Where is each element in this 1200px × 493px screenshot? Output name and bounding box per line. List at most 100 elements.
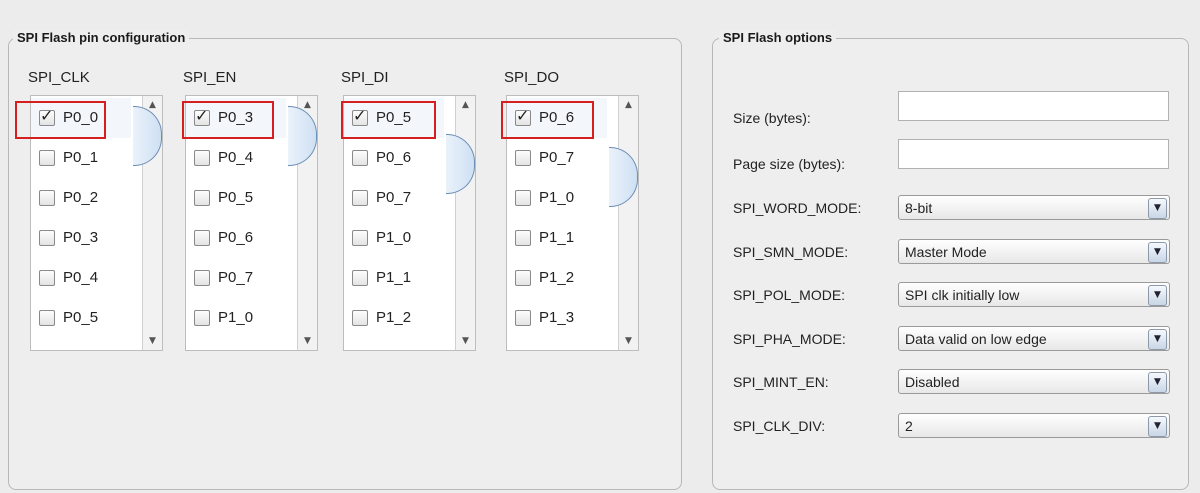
- dropdown-arrow-icon[interactable]: ▼: [1148, 372, 1167, 393]
- scroll-thumb[interactable]: [446, 134, 475, 194]
- pin-option-p1-2[interactable]: P1_2: [507, 258, 607, 298]
- pin-option-p1-0[interactable]: P1_0: [186, 298, 286, 338]
- scroll-thumb[interactable]: [288, 106, 317, 166]
- pin-option-label: P0_4: [218, 149, 254, 166]
- dropdown-arrow-icon[interactable]: ▼: [1148, 242, 1167, 263]
- pin-option-p1-0[interactable]: P1_0: [507, 178, 607, 218]
- pin-option-label: P1_1: [539, 229, 575, 246]
- pin-option-p0-6[interactable]: P0_6: [186, 218, 286, 258]
- pin-option-p0-5[interactable]: P0_5: [31, 298, 131, 338]
- scroll-down-icon[interactable]: ▼: [298, 332, 317, 350]
- checkbox[interactable]: [352, 150, 368, 166]
- scroll-thumb[interactable]: [133, 106, 162, 166]
- checkbox[interactable]: [352, 350, 368, 351]
- pin-option-p0-3[interactable]: P0_3: [31, 218, 131, 258]
- pin-option-label: P0_5: [218, 189, 254, 206]
- checkbox[interactable]: [515, 190, 531, 206]
- checkbox[interactable]: [39, 150, 55, 166]
- checkbox[interactable]: [515, 350, 531, 351]
- pin-option-label: P2_0: [539, 349, 574, 350]
- pin-option-p0-2[interactable]: P0_2: [31, 178, 131, 218]
- size-label: Size (bytes):: [733, 110, 811, 126]
- vertical-scrollbar[interactable]: ▲ ▼: [446, 96, 475, 350]
- spi-smn-mode-select[interactable]: Master Mode ▼: [898, 239, 1170, 264]
- page-size-input[interactable]: [898, 139, 1169, 169]
- scroll-up-icon[interactable]: ▲: [456, 96, 475, 114]
- pin-option-label: P1_0: [539, 189, 575, 206]
- size-input[interactable]: [898, 91, 1169, 121]
- checkbox[interactable]: [39, 230, 55, 246]
- pin-option-p0-4[interactable]: P0_4: [186, 138, 286, 178]
- checkbox[interactable]: [194, 310, 210, 326]
- pin-option-label: P1_2: [376, 309, 412, 326]
- pin-option-p1-3[interactable]: P1_3: [507, 298, 607, 338]
- checkbox[interactable]: [194, 190, 210, 206]
- pin-option-p1-1[interactable]: P1_1: [186, 338, 286, 351]
- pin-option-label: P0_2: [63, 189, 99, 206]
- pin-option-label: P1_1: [376, 269, 412, 286]
- pin-option-p1-3[interactable]: P1_3: [344, 338, 444, 351]
- pin-option-p0-7[interactable]: P0_7: [507, 138, 607, 178]
- checkbox[interactable]: [39, 190, 55, 206]
- dropdown-arrow-icon[interactable]: ▼: [1148, 198, 1167, 219]
- spi-pol-mode-label: SPI_POL_MODE:: [733, 287, 846, 303]
- checkbox[interactable]: [352, 310, 368, 326]
- checkbox[interactable]: [39, 270, 55, 286]
- checkbox[interactable]: [39, 310, 55, 326]
- checkbox[interactable]: [39, 350, 55, 351]
- checkbox[interactable]: [352, 190, 368, 206]
- dropdown-arrow-icon[interactable]: ▼: [1148, 285, 1167, 306]
- checkbox[interactable]: [194, 350, 210, 351]
- pin-option-p0-6[interactable]: P0_6: [344, 138, 444, 178]
- checkbox[interactable]: [515, 270, 531, 286]
- scroll-up-icon[interactable]: ▲: [619, 96, 638, 114]
- checkbox[interactable]: [515, 150, 531, 166]
- pin-option-p0-7[interactable]: P0_7: [344, 178, 444, 218]
- scroll-thumb[interactable]: [609, 147, 638, 207]
- dropdown-arrow-icon[interactable]: ▼: [1148, 416, 1167, 437]
- vertical-scrollbar[interactable]: ▲ ▼: [609, 96, 638, 350]
- pin-option-p1-2[interactable]: P1_2: [344, 298, 444, 338]
- scroll-down-icon[interactable]: ▼: [619, 332, 638, 350]
- checkbox[interactable]: [352, 270, 368, 286]
- spi-mint-en-label: SPI_MINT_EN:: [733, 374, 829, 390]
- pin-option-p1-0[interactable]: P1_0: [344, 218, 444, 258]
- scroll-down-icon[interactable]: ▼: [143, 332, 162, 350]
- spi-pol-mode-select[interactable]: SPI clk initially low ▼: [898, 282, 1170, 307]
- pin-option-p0-7[interactable]: P0_7: [186, 258, 286, 298]
- select-value: Data valid on low edge: [905, 331, 1047, 347]
- pin-option-label: P0_7: [539, 149, 575, 166]
- pin-option-label: P1_0: [376, 229, 412, 246]
- pin-option-p0-6[interactable]: P0_6: [31, 338, 131, 351]
- checkbox[interactable]: [515, 230, 531, 246]
- pin-option-label: P1_0: [218, 309, 254, 326]
- pin-option-p1-1[interactable]: P1_1: [507, 218, 607, 258]
- pin-option-label: P0_3: [63, 229, 99, 246]
- select-value: Master Mode: [905, 244, 987, 260]
- dropdown-arrow-icon[interactable]: ▼: [1148, 329, 1167, 350]
- pin-option-label: P0_4: [63, 269, 99, 286]
- pin-option-p0-1[interactable]: P0_1: [31, 138, 131, 178]
- select-value: 8-bit: [905, 200, 933, 216]
- checkbox[interactable]: [352, 230, 368, 246]
- checkbox[interactable]: [194, 150, 210, 166]
- pin-config-title: SPI Flash pin configuration: [13, 30, 190, 45]
- spi-word-mode-select[interactable]: 8-bit ▼: [898, 195, 1170, 220]
- spi-flash-pin-configuration-panel: SPI Flash pin configuration SPI_CLKP0_0P…: [8, 30, 682, 490]
- pin-option-label: P0_7: [376, 189, 412, 206]
- pin-column-title: SPI_DO: [504, 69, 560, 86]
- pin-option-p2-0[interactable]: P2_0: [507, 338, 607, 351]
- pin-option-p1-1[interactable]: P1_1: [344, 258, 444, 298]
- scroll-down-icon[interactable]: ▼: [456, 332, 475, 350]
- spi-pha-mode-label: SPI_PHA_MODE:: [733, 331, 846, 347]
- vertical-scrollbar[interactable]: ▲ ▼: [288, 96, 317, 350]
- pin-option-p0-5[interactable]: P0_5: [186, 178, 286, 218]
- pin-option-p0-4[interactable]: P0_4: [31, 258, 131, 298]
- spi-pha-mode-select[interactable]: Data valid on low edge ▼: [898, 326, 1170, 351]
- spi-clk-div-select[interactable]: 2 ▼: [898, 413, 1170, 438]
- vertical-scrollbar[interactable]: ▲ ▼: [133, 96, 162, 350]
- checkbox[interactable]: [515, 310, 531, 326]
- spi-mint-en-select[interactable]: Disabled ▼: [898, 369, 1170, 394]
- checkbox[interactable]: [194, 270, 210, 286]
- checkbox[interactable]: [194, 230, 210, 246]
